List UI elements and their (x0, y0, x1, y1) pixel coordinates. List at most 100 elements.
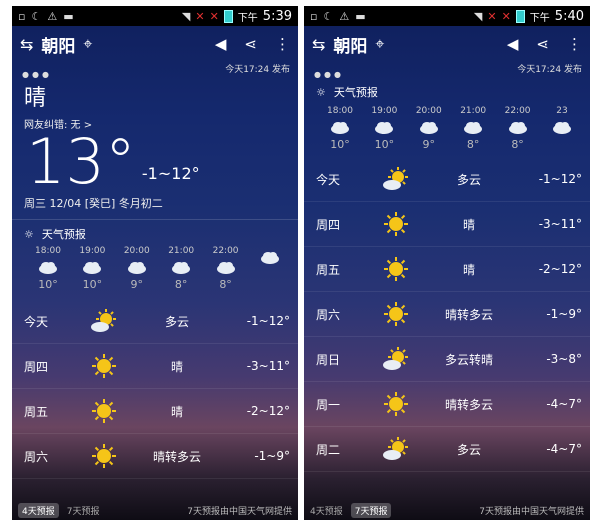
day-temp-range: -4~7° (546, 397, 582, 411)
forecast-title: 天气预报 (333, 86, 378, 99)
day-condition: 晴 (170, 359, 183, 374)
cloud-icon (409, 116, 449, 138)
share-icon[interactable]: ⋖ (536, 35, 549, 53)
daily-row[interactable]: 周一 晴转多云 -4~7° (304, 382, 590, 427)
hour-temp: 10° (82, 278, 103, 291)
hourly-forecast[interactable]: 18:00 10° 19:00 10° 20:00 9° 21:00 8° 22:00 8° 23 (304, 100, 590, 151)
day-temp-range: -2~12° (246, 404, 290, 418)
day-temp-range: -1~9° (546, 307, 582, 321)
city-list-icon[interactable]: ⇆ (312, 35, 325, 54)
tab-7day[interactable]: 7天预报 (67, 504, 100, 517)
hour-temp: 8° (174, 278, 188, 291)
hourly-item: 21:00 8° (161, 246, 201, 291)
status-ampm: 下午 (237, 12, 258, 24)
menu-icon[interactable]: ⋮ (275, 35, 290, 53)
day-temp-range: -4~7° (546, 442, 582, 456)
daily-row[interactable]: 周六 晴转多云 -1~9° (304, 292, 590, 337)
sun-icon (376, 301, 416, 327)
daily-row[interactable]: 周四 晴 -3~11° (12, 344, 298, 389)
hour-temp: 10° (330, 138, 350, 151)
city-list-icon[interactable]: ⇆ (20, 35, 33, 54)
hour-temp: 10° (374, 138, 395, 151)
phone-left: ▫ ☾ ⚠ ▬ ◥ ✕ ✕ 下午 5:39 ⇆ 朝阳 ⌖ ◀ ⋖ ⋮ ●●● 今… (12, 6, 298, 520)
temperature-range: -1~12° (141, 164, 200, 183)
day-condition: 多云 (456, 442, 481, 457)
daily-row[interactable]: 周二 多云 -4~7° (304, 427, 590, 472)
cloud-icon (542, 116, 582, 138)
day-temp-range: -3~11° (246, 359, 290, 373)
city-name[interactable]: 朝阳 (41, 32, 75, 57)
tab-7day[interactable]: 7天预报 (350, 502, 392, 518)
status-bar: ▫ ☾ ⚠ ▬ ◥ ✕ ✕ 下午 5:39 (12, 6, 298, 26)
cloud-icon (161, 256, 201, 278)
phone-right: ▫ ☾ ⚠ ▬ ◥ ✕ ✕ 下午 5:40 ⇆ 朝阳 ⌖ ◀ ⋖ ⋮ ●●● 今… (304, 6, 590, 520)
cloud-icon (320, 116, 360, 138)
share-icon[interactable]: ⋖ (244, 35, 257, 53)
day-condition: 晴 (462, 262, 475, 277)
warning-icon: ⚠ (47, 9, 58, 23)
speaker-icon[interactable]: ◀ (507, 35, 519, 53)
daily-row[interactable]: 周五 晴 -2~12° (304, 247, 590, 292)
daily-row[interactable]: 周日 多云转晴 -3~8° (304, 337, 590, 382)
hour-time: 22:00 (504, 106, 531, 116)
cloud-icon (72, 256, 112, 278)
day-condition: 多云 (456, 172, 481, 187)
sun-icon (376, 391, 416, 417)
footer-bar: 4天预报 7天预报 7天预报由中国天气网提供 (304, 500, 590, 520)
date-line: 周三 12/04 [癸巳] 冬月初二 (24, 197, 163, 210)
gamepad-icon: ▬ (63, 9, 74, 23)
day-name: 周日 (316, 352, 341, 367)
notification-icon: ▫ (18, 9, 26, 23)
partly-cloudy-icon (376, 166, 416, 192)
day-temp-range: -1~12° (538, 172, 582, 186)
speaker-icon[interactable]: ◀ (215, 35, 227, 53)
hour-time: 18:00 (35, 246, 61, 256)
day-condition: 晴转多云 (444, 307, 493, 322)
location-icon: ⌖ (83, 34, 93, 53)
current-condition: 晴 (24, 86, 47, 111)
day-condition: 晴 (170, 404, 183, 419)
day-name: 周五 (24, 404, 49, 419)
daily-row[interactable]: 周六 晴转多云 -1~9° (12, 434, 298, 479)
daily-row[interactable]: 今天 多云 -1~12° (12, 299, 298, 344)
daily-row[interactable]: 周四 晴 -3~11° (304, 202, 590, 247)
daily-forecast: 今天 多云 -1~12° 周四晴 -3~11° 周五晴 -2~12° 周六 晴转多云 -1~9° (12, 299, 298, 479)
hourly-item: 21:00 8° (453, 106, 493, 151)
top-bar: ⇆ 朝阳 ⌖ ◀ ⋖ ⋮ (12, 26, 298, 62)
hour-temp: 8° (511, 138, 524, 151)
status-time: 5:40 (554, 8, 584, 24)
daily-row[interactable]: 周五 晴 -2~12° (12, 389, 298, 434)
hour-time: 19:00 (79, 246, 106, 256)
hour-temp: 9° (422, 138, 436, 151)
hour-time: 21:00 (168, 246, 195, 256)
day-temp-range: -1~9° (254, 449, 290, 463)
menu-icon[interactable]: ⋮ (567, 35, 582, 53)
battery-icon (515, 9, 525, 23)
hourly-item: 20:00 9° (409, 106, 449, 151)
hour-time: 21:00 (460, 106, 487, 116)
tab-4day[interactable]: 4天预报 (18, 502, 59, 518)
hourly-forecast[interactable]: 18:00 10° 19:00 10° 20:00 9° 21:00 8° 22:00 8° (12, 242, 298, 291)
page-dots: ●●● (314, 70, 344, 79)
daily-forecast: 今天 多云 -1~12° 周四晴 -3~11° 周五晴 -2~12° 周六 晴转多云 -1~9° 周… (304, 157, 590, 472)
status-bar: ▫ ☾ ⚠ ▬ ◥ ✕ ✕ 下午 5:40 (304, 6, 590, 26)
hour-time: 20:00 (123, 246, 150, 256)
hourly-item: 19:00 10° (364, 106, 404, 151)
tab-4day[interactable]: 4天预报 (310, 504, 343, 517)
publish-time: 今天17:24 发布 (225, 65, 290, 75)
city-name[interactable]: 朝阳 (333, 32, 367, 57)
status-time: 5:39 (262, 8, 292, 24)
sun-outline-icon: ☼ (24, 227, 34, 241)
daily-row[interactable]: 今天 多云 -1~12° (304, 157, 590, 202)
notification-icon: ▫ (310, 9, 318, 23)
wifi-icon: ◥ (473, 9, 483, 23)
warning-icon: ⚠ (339, 9, 350, 23)
hourly-item: 19:00 10° (72, 246, 112, 291)
forecast-title: 天气预报 (41, 228, 86, 241)
hour-time: 22:00 (212, 246, 239, 256)
footer-bar: 4天预报 7天预报 7天预报由中国天气网提供 (12, 500, 298, 520)
sun-icon (376, 256, 416, 282)
hour-temp: 10° (38, 278, 58, 291)
wifi-icon: ◥ (181, 9, 191, 23)
data-source: 7天预报由中国天气网提供 (187, 506, 292, 517)
